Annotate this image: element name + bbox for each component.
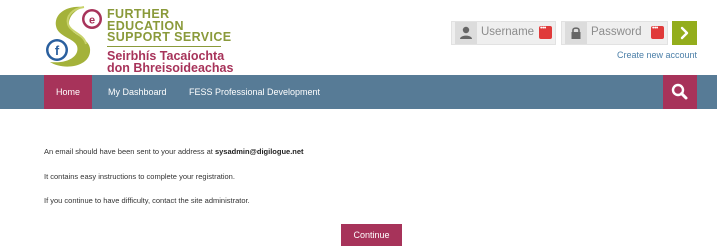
logo-text: FURTHER EDUCATION SUPPORT SERVICE Seirbh…	[107, 7, 244, 75]
site-header: e f FURTHER EDUCATION SUPPORT SERVICE Se…	[0, 0, 717, 75]
message-line-3: If you continue to have difficulty, cont…	[44, 196, 250, 205]
chevron-right-icon	[680, 26, 689, 40]
user-icon	[455, 22, 477, 44]
password-placeholder: Password	[591, 26, 642, 38]
password-manager-icon[interactable]	[651, 25, 664, 39]
fess-logo-icon: e f	[46, 6, 102, 67]
main-nav: Home My Dashboard FESS Professional Deve…	[0, 75, 717, 109]
continue-button[interactable]: Continue	[341, 224, 402, 246]
logo-line-2: SUPPORT SERVICE	[107, 30, 232, 44]
nav-item-home[interactable]: Home	[44, 75, 92, 109]
nav-item-fess-professional-development[interactable]: FESS Professional Development	[189, 75, 320, 109]
message-line-2: It contains easy instructions to complet…	[44, 172, 235, 181]
logo-letter-e: e	[89, 15, 95, 27]
password-field[interactable]: Password	[561, 21, 668, 45]
email-address: sysadmin@digilogue.net	[214, 147, 304, 156]
password-manager-icon[interactable]	[539, 25, 552, 39]
lock-icon	[565, 22, 587, 44]
create-account-link[interactable]: Create new account	[617, 50, 697, 60]
username-field[interactable]: Username	[451, 21, 556, 45]
logo-line-4: don Bhreisoideachas	[107, 60, 234, 75]
search-button[interactable]	[663, 75, 697, 109]
logo-letter-f: f	[55, 43, 60, 58]
logo-line-3: Seirbhís Tacaíochta	[107, 48, 225, 63]
logo-line-1: FURTHER EDUCATION	[107, 7, 184, 33]
nav-item-my-dashboard[interactable]: My Dashboard	[108, 75, 167, 109]
message-line-1-text: An email should have been sent to your a…	[44, 147, 213, 156]
fess-logo[interactable]: e f FURTHER EDUCATION SUPPORT SERVICE Se…	[44, 4, 244, 74]
message-line-1: An email should have been sent to your a…	[44, 147, 304, 156]
login-submit-button[interactable]	[672, 21, 697, 45]
search-icon	[671, 83, 688, 100]
username-placeholder: Username	[481, 26, 535, 38]
logo-divider	[107, 45, 221, 47]
